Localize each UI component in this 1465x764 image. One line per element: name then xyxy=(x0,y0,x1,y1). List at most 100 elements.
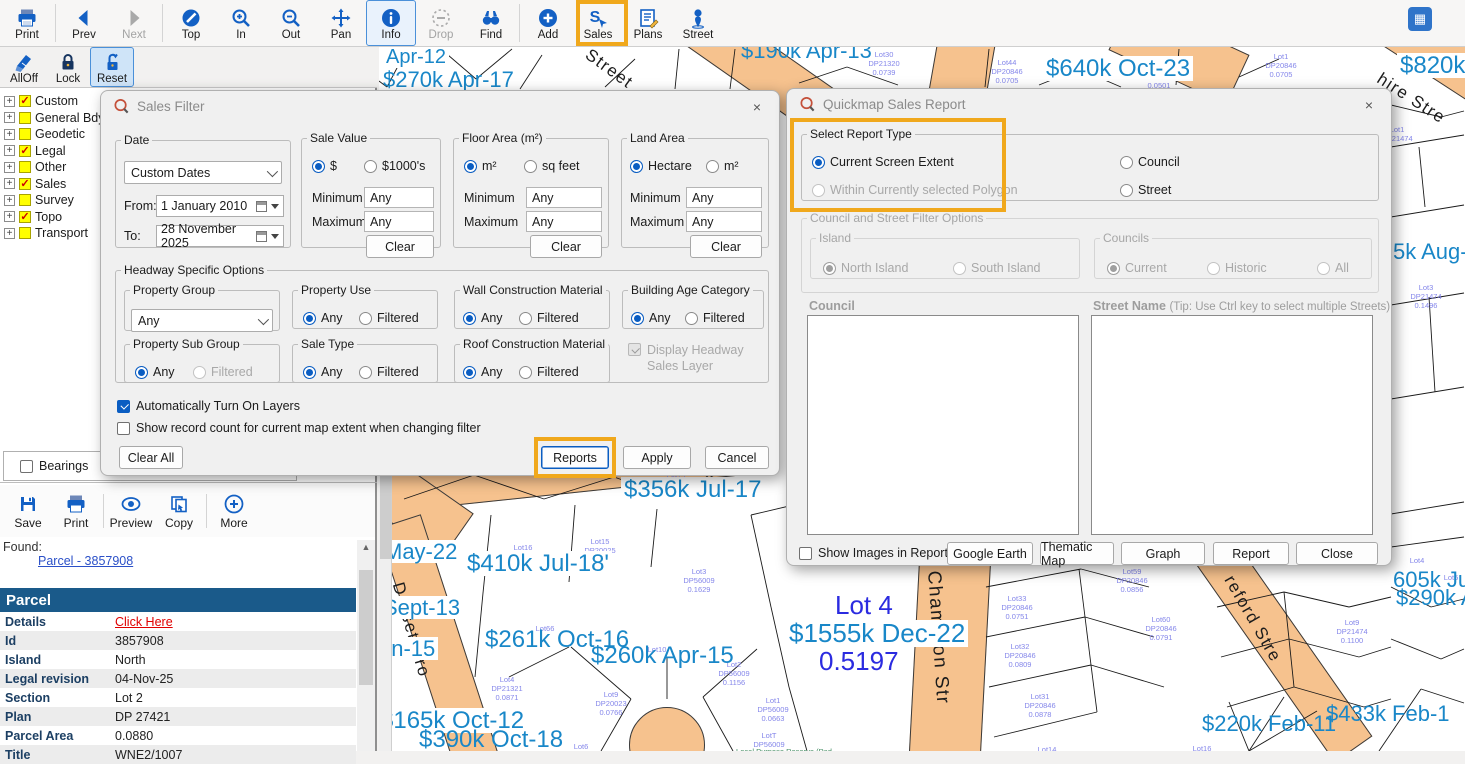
radio-roof-filtered[interactable] xyxy=(519,366,532,379)
report-button[interactable]: Report xyxy=(1213,542,1289,565)
sale-max-input[interactable]: Any xyxy=(364,211,434,232)
radio-subgroup-filtered[interactable] xyxy=(193,366,206,379)
preview-button[interactable]: Preview xyxy=(107,493,155,530)
graph-button[interactable]: Graph xyxy=(1121,542,1205,565)
show-images-checkbox[interactable] xyxy=(799,547,812,560)
pan-button[interactable]: Pan xyxy=(316,0,366,46)
tree-item[interactable]: +✓Sales xyxy=(4,176,104,193)
floor-max-input[interactable]: Any xyxy=(526,211,602,232)
tree-expand-icon[interactable]: + xyxy=(4,129,15,140)
tree-expand-icon[interactable]: + xyxy=(4,211,15,222)
radio-saletype-filtered[interactable] xyxy=(359,366,372,379)
dropdown-arrow-icon[interactable] xyxy=(271,204,279,209)
clear-all-button[interactable]: Clear All xyxy=(119,446,183,469)
radio-dollars[interactable] xyxy=(312,160,325,173)
sale-min-input[interactable]: Any xyxy=(364,187,434,208)
add-button[interactable]: Add xyxy=(523,0,573,46)
drop-button[interactable]: Drop xyxy=(416,0,466,46)
layer-checkbox[interactable] xyxy=(19,227,31,239)
print-result-button[interactable]: Print xyxy=(52,493,100,530)
tree-expand-icon[interactable]: + xyxy=(4,145,15,156)
tree-expand-icon[interactable]: + xyxy=(4,112,15,123)
tree-item[interactable]: +Survey xyxy=(4,192,104,209)
close-icon[interactable]: × xyxy=(1361,97,1377,113)
layer-checkbox[interactable]: ✓ xyxy=(19,145,31,157)
radio-council[interactable] xyxy=(1120,156,1133,169)
radio-land-m2[interactable] xyxy=(706,160,719,173)
dialog-titlebar[interactable]: Sales Filter xyxy=(101,91,779,121)
radio-m2[interactable] xyxy=(464,160,477,173)
tree-expand-icon[interactable]: + xyxy=(4,162,15,173)
layer-checkbox[interactable]: ✓ xyxy=(19,178,31,190)
land-min-input[interactable]: Any xyxy=(686,187,762,208)
dropdown-arrow-icon[interactable] xyxy=(271,234,279,239)
zoom-out-button[interactable]: Out xyxy=(266,0,316,46)
date-preset-select[interactable]: Custom Dates xyxy=(124,161,282,184)
zoom-in-button[interactable]: In xyxy=(216,0,266,46)
radio-age-any[interactable] xyxy=(631,312,644,325)
window-corner-icon[interactable]: ▦ xyxy=(1408,7,1432,31)
lock-button[interactable]: Lock xyxy=(46,47,90,87)
floor-min-input[interactable]: Any xyxy=(526,187,602,208)
floor-clear-button[interactable]: Clear xyxy=(530,235,602,258)
layer-checkbox[interactable]: ✓ xyxy=(19,95,31,107)
tree-expand-icon[interactable]: + xyxy=(4,195,15,206)
radio-wall-filtered[interactable] xyxy=(519,312,532,325)
sales-button[interactable]: S Sales xyxy=(573,0,623,46)
radio-saletype-any[interactable] xyxy=(303,366,316,379)
radio-thousands[interactable] xyxy=(364,160,377,173)
sale-clear-button[interactable]: Clear xyxy=(366,235,434,258)
tree-item[interactable]: +✓Legal xyxy=(4,143,104,160)
radio-sqfeet[interactable] xyxy=(524,160,537,173)
tree-item[interactable]: +General Bdy xyxy=(4,110,104,127)
panel-scrollbar[interactable]: ▲ xyxy=(357,540,375,751)
close-icon[interactable]: × xyxy=(749,99,765,115)
radio-current-councils[interactable] xyxy=(1107,262,1120,275)
tree-item[interactable]: +Geodetic xyxy=(4,126,104,143)
map-scrollbar[interactable] xyxy=(379,455,392,751)
tree-item[interactable]: +✓Custom xyxy=(4,93,104,110)
tree-expand-icon[interactable]: + xyxy=(4,96,15,107)
radio-historic-councils[interactable] xyxy=(1207,262,1220,275)
save-button[interactable]: Save xyxy=(4,493,52,530)
layer-checkbox[interactable] xyxy=(19,194,31,206)
tree-item[interactable]: +✓Topo xyxy=(4,209,104,226)
radio-use-filtered[interactable] xyxy=(359,312,372,325)
found-parcel-link[interactable]: Parcel - 3857908 xyxy=(38,554,133,568)
prev-button[interactable]: Prev xyxy=(59,0,109,46)
radio-hectare[interactable] xyxy=(630,160,643,173)
radio-all-councils[interactable] xyxy=(1317,262,1330,275)
street-listbox[interactable] xyxy=(1091,315,1373,535)
street-button[interactable]: Street xyxy=(673,0,723,46)
layer-checkbox[interactable] xyxy=(19,112,31,124)
display-headway-checkbox[interactable] xyxy=(628,343,641,356)
find-button[interactable]: Find xyxy=(466,0,516,46)
land-max-input[interactable]: Any xyxy=(686,211,762,232)
plans-button[interactable]: Plans xyxy=(623,0,673,46)
radio-roof-any[interactable] xyxy=(463,366,476,379)
copy-button[interactable]: Copy xyxy=(155,493,203,530)
close-button[interactable]: Close xyxy=(1296,542,1378,565)
council-listbox[interactable] xyxy=(807,315,1079,535)
radio-street[interactable] xyxy=(1120,184,1133,197)
bearings-checkbox[interactable] xyxy=(20,460,33,473)
reports-button[interactable]: Reports xyxy=(541,446,609,469)
alloff-button[interactable]: AllOff xyxy=(2,47,46,87)
radio-subgroup-any[interactable] xyxy=(135,366,148,379)
land-clear-button[interactable]: Clear xyxy=(690,235,762,258)
record-count-checkbox[interactable] xyxy=(117,422,130,435)
scroll-up-icon[interactable]: ▲ xyxy=(357,540,375,555)
property-group-select[interactable]: Any xyxy=(131,309,273,332)
layer-checkbox[interactable] xyxy=(19,128,31,140)
tree-expand-icon[interactable]: + xyxy=(4,228,15,239)
from-date-picker[interactable]: 1 January 2010 xyxy=(156,195,284,217)
radio-use-any[interactable] xyxy=(303,312,316,325)
apply-button[interactable]: Apply xyxy=(623,446,691,469)
details-link[interactable]: Click Here xyxy=(115,615,173,629)
thematic-map-button[interactable]: Thematic Map xyxy=(1040,542,1114,565)
radio-age-filtered[interactable] xyxy=(685,312,698,325)
layer-checkbox[interactable] xyxy=(19,161,31,173)
print-button[interactable]: Print xyxy=(2,0,52,46)
tree-item[interactable]: +Other xyxy=(4,159,104,176)
google-earth-button[interactable]: Google Earth xyxy=(947,542,1033,565)
